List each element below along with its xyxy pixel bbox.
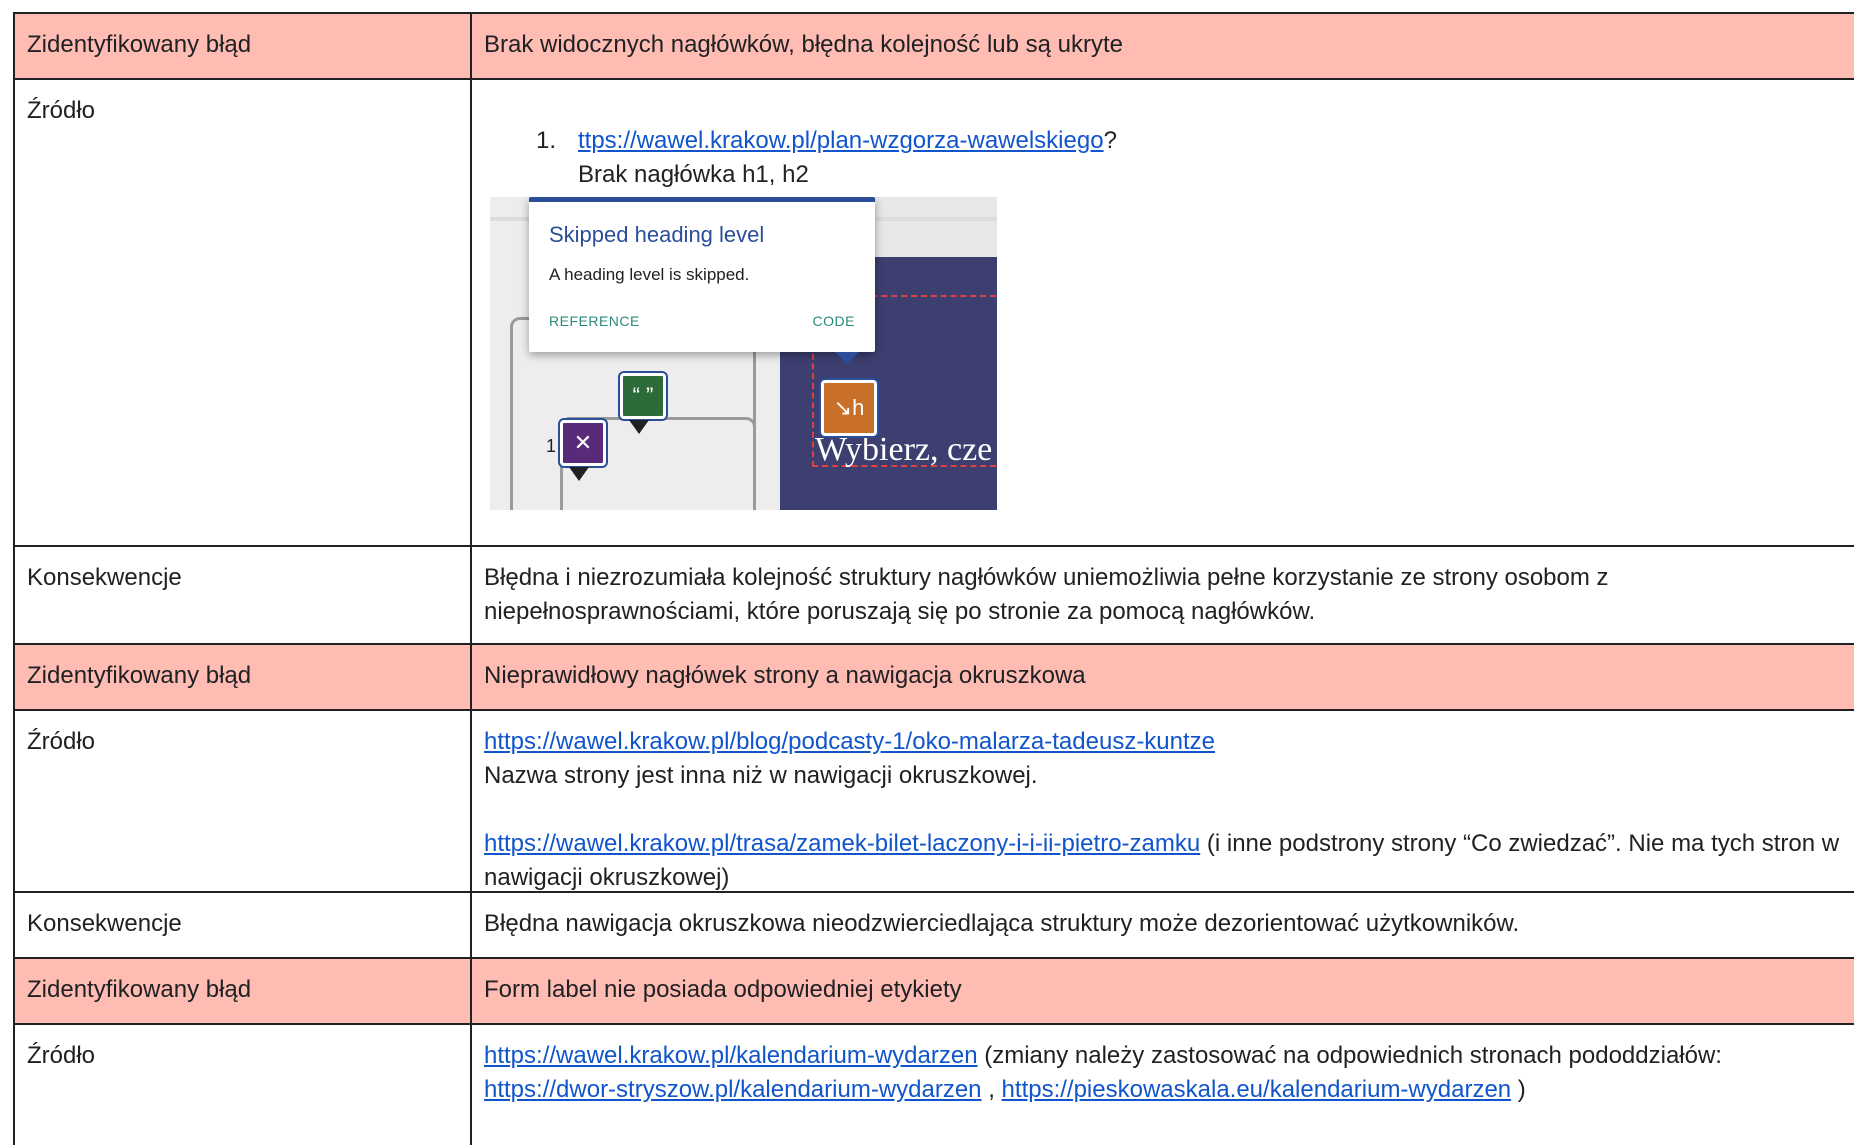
row-value: Błędna i niezrozumiała kolejność struktu… xyxy=(484,564,1609,625)
pin-icon xyxy=(629,420,649,434)
row-label: Źródło xyxy=(15,1025,472,1145)
row-value: Brak widocznych nagłówków, błędna kolejn… xyxy=(484,31,1124,58)
table-row-error-3: Zidentyfikowany błąd Form label nie posi… xyxy=(15,959,1854,1025)
row-label: Zidentyfikowany błąd xyxy=(15,959,472,1023)
row-label: Konsekwencje xyxy=(15,547,472,643)
row-value: Nieprawidłowy nagłówek strony a nawigacj… xyxy=(484,662,1086,689)
row-value: 1. ttps://wawel.krakow.pl/plan-wzgorza-w… xyxy=(472,80,1854,545)
popup-pointer-icon xyxy=(835,352,859,364)
list-number: 1. xyxy=(536,127,557,154)
source-link[interactable]: https://wawel.krakow.pl/trasa/zamek-bile… xyxy=(484,830,1200,857)
reference-link[interactable]: REFERENCE xyxy=(549,304,640,338)
row-label: Konsekwencje xyxy=(15,893,472,957)
table-row-error-1: Zidentyfikowany błąd Brak widocznych nag… xyxy=(15,14,1854,80)
row-label: Zidentyfikowany błąd xyxy=(15,14,472,78)
audit-table: Zidentyfikowany błąd Brak widocznych nag… xyxy=(13,12,1854,1145)
embedded-screenshot: Wybierz, cze “ ” 1 ✕ ↘h Skipped heading … xyxy=(490,197,997,510)
image-marker-icon: “ ” xyxy=(620,373,666,419)
error-marker-icon: ✕ xyxy=(560,420,606,466)
table-row-source-2: Źródło https://wawel.krakow.pl/blog/podc… xyxy=(15,711,1854,893)
source-note: ) xyxy=(1511,1076,1526,1103)
table-row-error-2: Zidentyfikowany błąd Nieprawidłowy nagłó… xyxy=(15,645,1854,711)
table-row-consequence-1: Konsekwencje Błędna i niezrozumiała kole… xyxy=(15,547,1854,645)
skipped-heading-popup: Skipped heading level A heading level is… xyxy=(529,197,875,352)
row-label: Zidentyfikowany błąd xyxy=(15,645,472,709)
pin-icon xyxy=(569,467,589,481)
heading-preview-text: Wybierz, cze xyxy=(815,431,993,468)
heading-warning-icon: ↘h xyxy=(821,380,877,436)
popup-description: A heading level is skipped. xyxy=(549,265,750,284)
table-row-consequence-2: Konsekwencje Błędna nawigacja okruszkowa… xyxy=(15,893,1854,959)
table-row-source-3: Źródło https://wawel.krakow.pl/kalendari… xyxy=(15,1025,1854,1145)
source-link[interactable]: https://dwor-stryszow.pl/kalendarium-wyd… xyxy=(484,1076,982,1103)
row-label: Źródło xyxy=(15,80,472,545)
link-suffix: ? xyxy=(1103,127,1117,154)
row-value: https://wawel.krakow.pl/kalendarium-wyda… xyxy=(472,1025,1854,1145)
popup-title: Skipped heading level xyxy=(549,222,765,247)
source-link[interactable]: https://wawel.krakow.pl/kalendarium-wyda… xyxy=(484,1042,978,1069)
code-link[interactable]: CODE xyxy=(813,304,855,338)
table-row-source-1: Źródło 1. ttps://wawel.krakow.pl/plan-wz… xyxy=(15,80,1854,547)
source-note: Brak nagłówka h1, h2 xyxy=(578,161,809,188)
marker-number: 1 xyxy=(546,436,557,456)
source-note: Nazwa strony jest inna niż w nawigacji o… xyxy=(484,762,1038,789)
source-link[interactable]: https://wawel.krakow.pl/blog/podcasty-1/… xyxy=(484,728,1215,755)
row-value: https://wawel.krakow.pl/blog/podcasty-1/… xyxy=(472,711,1854,891)
source-link[interactable]: https://pieskowaskala.eu/kalendarium-wyd… xyxy=(1002,1076,1512,1103)
row-value: Form label nie posiada odpowiedniej etyk… xyxy=(484,976,962,1003)
link-separator: , xyxy=(981,1076,1002,1103)
row-label: Źródło xyxy=(15,711,472,891)
source-note: (zmiany należy zastosować na odpowiednic… xyxy=(977,1042,1722,1069)
source-link[interactable]: ttps://wawel.krakow.pl/plan-wzgorza-wawe… xyxy=(578,127,1104,154)
row-value: Błędna nawigacja okruszkowa nieodzwierci… xyxy=(484,910,1520,937)
